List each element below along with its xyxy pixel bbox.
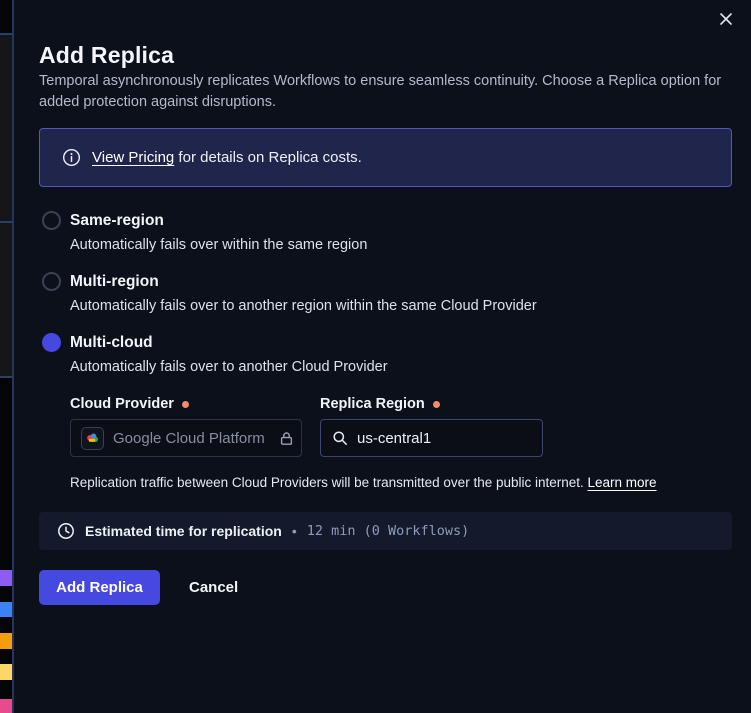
background-stripe (0, 570, 12, 586)
background-panel (0, 223, 12, 376)
close-icon (718, 11, 734, 27)
cloud-provider-label: Cloud Provider (70, 396, 189, 412)
replica-region-label: Replica Region (320, 396, 440, 412)
radio-same-region[interactable] (42, 211, 61, 230)
add-replica-button[interactable]: Add Replica (39, 570, 160, 605)
background-stripe (0, 602, 12, 617)
radio-multi-region-label[interactable]: Multi-region (70, 273, 159, 291)
radio-multi-region[interactable] (42, 272, 61, 291)
replica-region-label-text: Replica Region (320, 396, 425, 412)
radio-same-region-label[interactable]: Same-region (70, 212, 164, 230)
background-stripe (0, 633, 12, 649)
required-dot (433, 401, 440, 408)
close-button[interactable] (716, 9, 736, 29)
add-replica-modal: Add Replica Temporal asynchronously repl… (12, 0, 751, 713)
screen: Add Replica Temporal asynchronously repl… (0, 0, 751, 713)
info-circle-icon (62, 148, 81, 167)
background-stripe (0, 699, 12, 713)
estimate-banner: Estimated time for replication • 12 min … (39, 512, 732, 550)
estimate-label: Estimated time for replication (85, 523, 282, 539)
required-dot (182, 401, 189, 408)
note-text: Replication traffic between Cloud Provid… (70, 475, 588, 490)
background-divider (0, 376, 12, 378)
clock-icon (57, 522, 75, 540)
page-title: Add Replica (39, 42, 174, 69)
view-pricing-link[interactable]: View Pricing (92, 149, 174, 166)
background-divider (0, 33, 12, 35)
lock-icon (278, 430, 295, 447)
background-page-edge (0, 0, 12, 713)
public-internet-note: Replication traffic between Cloud Provid… (70, 475, 657, 490)
cloud-provider-label-text: Cloud Provider (70, 396, 174, 412)
radio-multi-cloud[interactable] (42, 333, 61, 352)
search-icon (332, 430, 348, 446)
cloud-provider-select[interactable]: Google Cloud Platform (70, 419, 302, 457)
google-cloud-logo-icon (81, 427, 104, 450)
replica-region-value: us-central1 (357, 430, 431, 447)
background-divider (0, 221, 12, 223)
pricing-banner-text: View Pricing for details on Replica cost… (92, 149, 362, 166)
pricing-banner-rest: for details on Replica costs. (174, 149, 362, 166)
pricing-info-banner: View Pricing for details on Replica cost… (39, 128, 732, 187)
radio-same-region-description: Automatically fails over within the same… (70, 237, 367, 253)
background-stripe (0, 664, 12, 680)
estimate-value: 12 min (0 Workflows) (307, 523, 470, 539)
background-panel (0, 35, 12, 221)
cloud-provider-value: Google Cloud Platform (113, 430, 265, 447)
cancel-button[interactable]: Cancel (172, 570, 255, 605)
estimate-separator: • (292, 523, 297, 539)
learn-more-link[interactable]: Learn more (588, 475, 657, 490)
modal-description: Temporal asynchronously replicates Workf… (39, 71, 733, 113)
radio-multi-cloud-label[interactable]: Multi-cloud (70, 334, 153, 352)
radio-multi-region-description: Automatically fails over to another regi… (70, 298, 537, 314)
replica-region-input[interactable]: us-central1 (320, 419, 543, 457)
radio-multi-cloud-description: Automatically fails over to another Clou… (70, 359, 388, 375)
